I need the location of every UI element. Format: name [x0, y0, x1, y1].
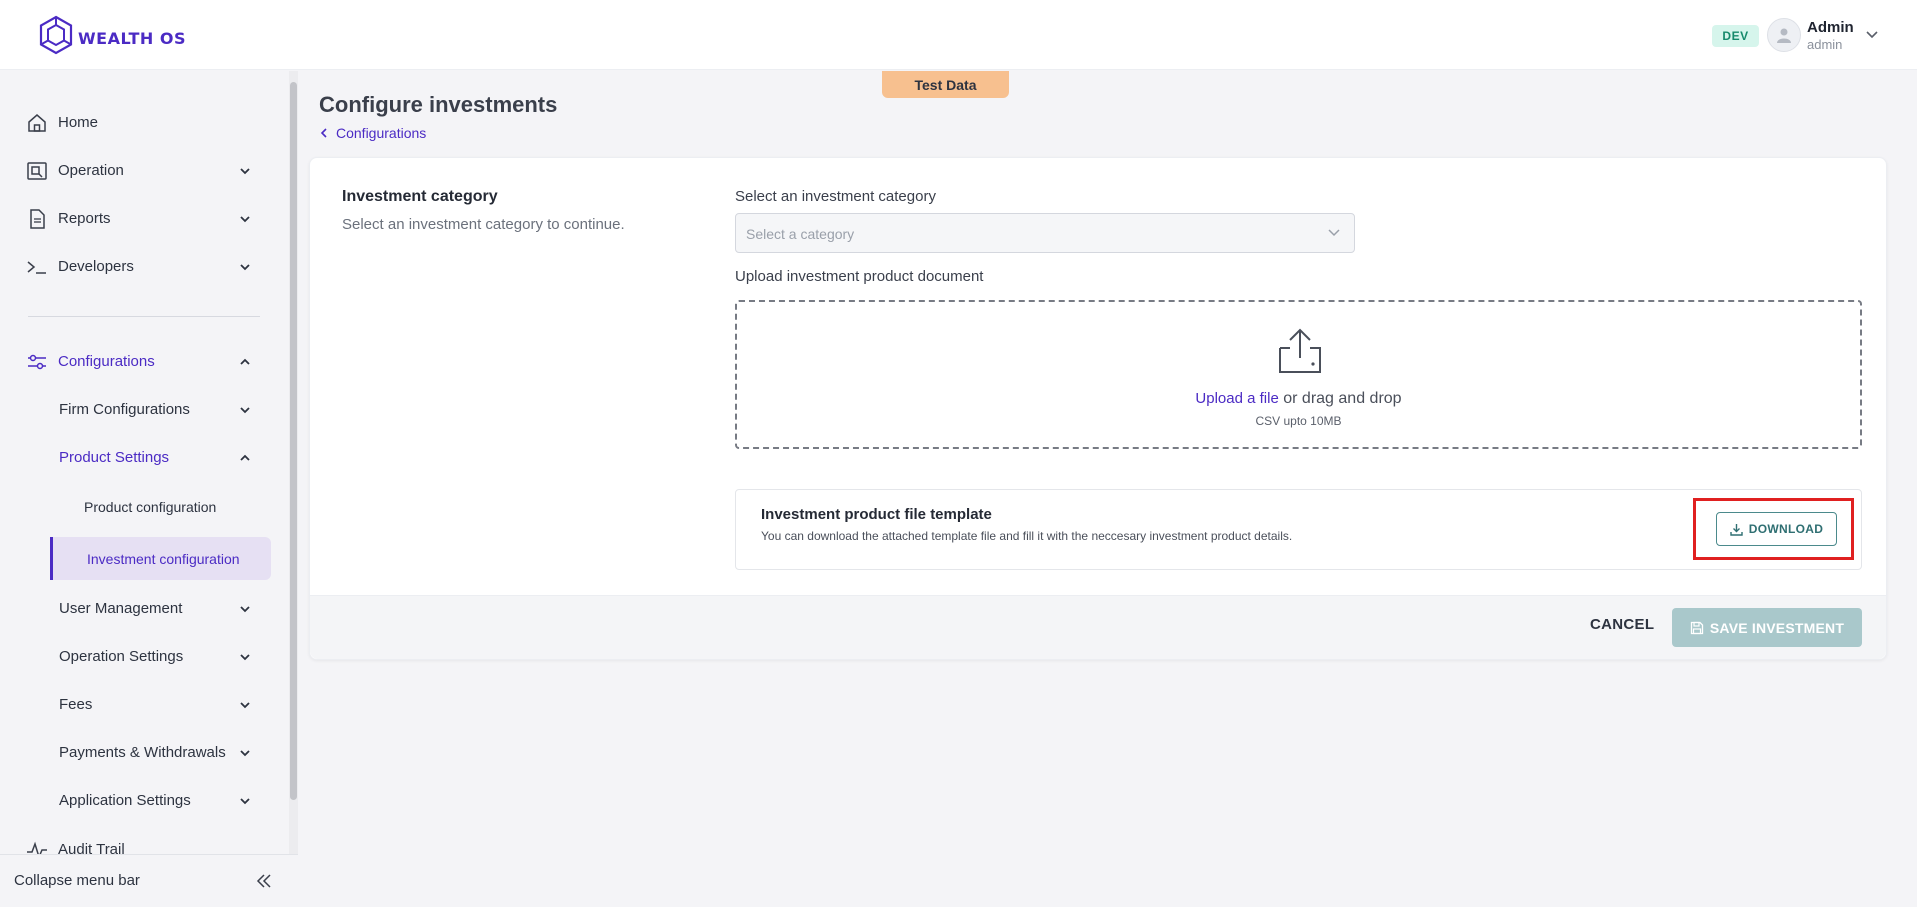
section-subtitle: Select an investment category to continu… — [342, 216, 625, 233]
document-icon — [30, 209, 45, 229]
chevron-down-icon — [240, 216, 250, 223]
sidebar-item-label: Product configuration — [84, 499, 217, 515]
chevrons-left-icon — [256, 874, 271, 888]
sidebar-item-operation-settings[interactable]: Operation Settings — [59, 648, 269, 665]
breadcrumb-link[interactable]: Configurations — [336, 125, 426, 141]
sidebar-item-configurations[interactable]: Configurations — [26, 353, 266, 370]
sidebar-item-firm-configurations[interactable]: Firm Configurations — [59, 401, 269, 418]
upload-label: Upload investment product document — [735, 268, 984, 285]
save-investment-button[interactable]: SAVE INVESTMENT — [1672, 608, 1862, 647]
sidebar-item-label: Reports — [58, 210, 111, 227]
upload-hint: CSV upto 10MB — [1255, 414, 1342, 428]
logo-icon — [38, 15, 74, 60]
chevron-down-icon — [240, 654, 250, 661]
drag-drop-text: or drag and drop — [1278, 390, 1402, 407]
chevron-down-icon[interactable] — [1866, 30, 1878, 40]
upload-instruction: Upload a file or drag and drop — [737, 390, 1860, 408]
terminal-icon — [27, 261, 46, 274]
section-title: Investment category — [342, 188, 498, 205]
cancel-button[interactable]: CANCEL — [1590, 616, 1654, 633]
sidebar-item-operation[interactable]: Operation — [26, 162, 266, 180]
sidebar-item-user-management[interactable]: User Management — [59, 600, 269, 617]
download-label: DOWNLOAD — [1748, 522, 1824, 536]
sidebar-item-application-settings[interactable]: Application Settings — [59, 792, 269, 809]
sidebar-item-payments-withdrawals[interactable]: Payments & Withdrawals — [59, 744, 269, 761]
chevron-down-icon — [240, 702, 250, 709]
save-label: SAVE INVESTMENT — [1709, 619, 1845, 636]
sidebar-scroll-thumb[interactable] — [290, 82, 297, 800]
template-title: Investment product file template — [761, 506, 992, 523]
logo[interactable]: WEALTH OS — [38, 15, 186, 60]
logo-text: WEALTH OS — [78, 29, 187, 48]
sidebar-item-label: Application Settings — [59, 792, 191, 809]
collapse-menu-label: Collapse menu bar — [14, 872, 140, 889]
chevron-down-icon — [240, 606, 250, 613]
sidebar-item-label: Fees — [59, 696, 93, 713]
sidebar-item-label: User Management — [59, 600, 183, 617]
sidebar-item-home[interactable]: Home — [26, 114, 266, 132]
category-select[interactable]: Select a category — [735, 213, 1355, 253]
select-placeholder: Select a category — [746, 226, 855, 242]
sidebar-item-label: Operation — [58, 162, 124, 179]
operation-icon — [27, 162, 47, 180]
chevron-down-icon — [1328, 229, 1340, 237]
sidebar-item-product-configuration[interactable]: Product configuration — [84, 499, 216, 515]
sidebar-item-developers[interactable]: Developers — [26, 258, 266, 275]
sidebar-item-fees[interactable]: Fees — [59, 696, 269, 713]
breadcrumb[interactable]: Configurations — [320, 125, 426, 141]
select-category-label: Select an investment category — [735, 188, 936, 205]
upload-icon — [1279, 328, 1321, 373]
sidebar-item-label: Payments & Withdrawals — [59, 744, 226, 761]
user-icon — [1777, 28, 1791, 43]
file-dropzone[interactable]: Upload a file or drag and drop CSV upto … — [735, 300, 1862, 449]
chevron-down-icon — [240, 407, 250, 414]
collapse-menu-bar[interactable]: Collapse menu bar — [0, 854, 298, 907]
chevron-left-icon — [320, 128, 327, 138]
sidebar-item-reports[interactable]: Reports — [26, 209, 266, 229]
download-button[interactable]: DOWNLOAD — [1716, 512, 1837, 546]
sidebar-item-product-settings[interactable]: Product Settings — [59, 449, 269, 466]
template-description: You can download the attached template f… — [761, 529, 1293, 543]
sidebar-item-label: Investment configuration — [87, 551, 240, 567]
app-header: WEALTH OS DEV Admin admin — [0, 0, 1917, 70]
chevron-down-icon — [240, 168, 250, 175]
chevron-down-icon — [240, 798, 250, 805]
user-name: Admin — [1807, 19, 1854, 36]
env-badge: DEV — [1712, 25, 1759, 47]
upload-file-link[interactable]: Upload a file — [1195, 390, 1278, 407]
chevron-down-icon — [240, 750, 250, 757]
sidebar-item-label: Firm Configurations — [59, 401, 190, 418]
chevron-up-icon — [240, 454, 250, 461]
page-title: Configure investments — [319, 92, 558, 117]
sidebar-item-investment-configuration-label: Investment configuration — [87, 551, 240, 567]
chevron-down-icon — [240, 264, 250, 271]
user-role: admin — [1807, 37, 1843, 52]
chevron-up-icon — [240, 358, 250, 365]
download-icon — [1730, 523, 1743, 536]
sidebar-divider — [28, 316, 260, 317]
home-icon — [28, 114, 46, 132]
sidebar-item-label: Home — [58, 114, 99, 131]
sliders-icon — [28, 354, 46, 370]
avatar[interactable] — [1767, 18, 1801, 52]
sidebar-item-label: Configurations — [58, 353, 155, 370]
sidebar-item-label: Product Settings — [59, 449, 170, 466]
sidebar-item-label: Developers — [58, 258, 134, 275]
sidebar-item-label: Operation Settings — [59, 648, 184, 665]
save-icon — [1690, 621, 1704, 634]
test-data-badge: Test Data — [882, 71, 1009, 98]
sidebar — [0, 71, 298, 907]
